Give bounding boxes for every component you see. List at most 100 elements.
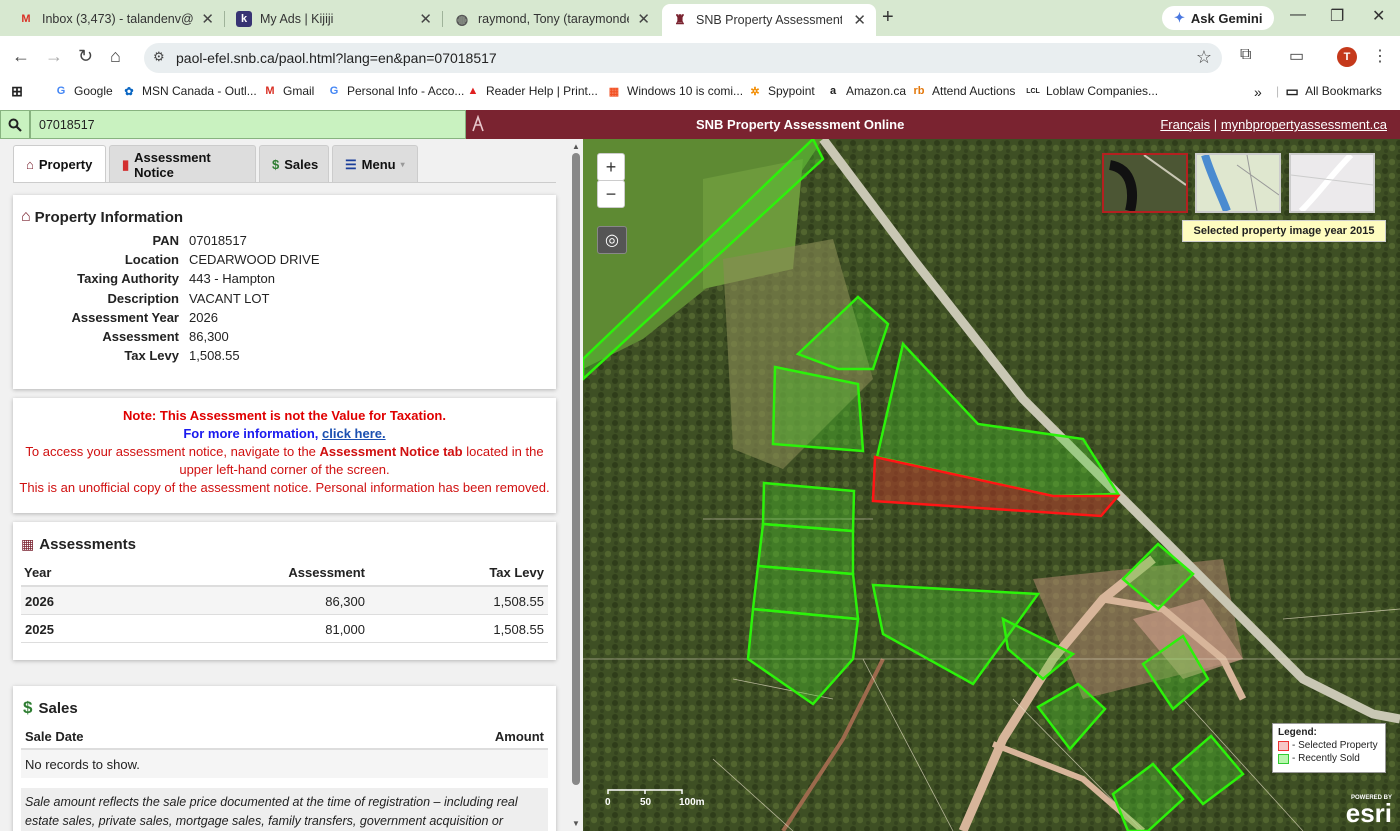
site-info-icon[interactable]: ⚙ — [153, 49, 165, 65]
scroll-down-icon[interactable]: ▼ — [572, 819, 580, 828]
bookmark-personal-info[interactable]: G Personal Info - Acco... — [327, 84, 465, 98]
back-icon[interactable]: ← — [12, 46, 30, 67]
google-icon: G — [329, 85, 339, 97]
tab-sales[interactable]: $ Sales — [259, 145, 329, 183]
close-tab-icon[interactable]: ✕ — [637, 10, 650, 28]
app-header: 07018517 SNB Property Assessment Online … — [0, 110, 1400, 139]
panel-scrollbar[interactable]: ▲ ▼ — [569, 139, 583, 831]
tab-title: My Ads | Kijiji — [260, 12, 334, 26]
caret-down-icon: ▾ — [400, 160, 405, 169]
snb-icon: ♜ — [674, 12, 686, 27]
field-value: 2026 — [189, 309, 218, 325]
property-map[interactable]: + − ◎ Selected property image year 2015 … — [583, 139, 1400, 831]
image-year-tooltip: Selected property image year 2015 — [1182, 220, 1386, 242]
tab-menu[interactable]: ☰ Menu ▾ — [332, 145, 418, 183]
ask-gemini-button[interactable]: ✦ Ask Gemini — [1162, 6, 1275, 30]
field-label: Description — [107, 290, 179, 306]
bookmark-gmail[interactable]: M Gmail — [263, 84, 314, 98]
close-window-icon[interactable]: ✕ — [1372, 6, 1385, 26]
assessments-title: Assessments — [39, 536, 136, 553]
field-label: Assessment Year — [71, 309, 179, 325]
search-button[interactable] — [0, 110, 30, 139]
close-tab-icon[interactable]: ✕ — [853, 11, 866, 29]
basemap-topo-thumbnail[interactable] — [1195, 153, 1281, 213]
browser-tab-snb[interactable]: ♜ SNB Property Assessment Onlin ✕ — [662, 4, 876, 36]
bookmark-windows[interactable]: ▦ Windows 10 is comi... — [607, 84, 743, 98]
apps-grid-icon[interactable]: ⊞ — [10, 83, 24, 99]
mynb-property-assessment-link[interactable]: mynbpropertyassessment.ca — [1221, 117, 1387, 132]
basemap-imagery-thumbnail[interactable] — [1102, 153, 1188, 213]
table-row: 2026 86,300 1,508.55 — [21, 587, 548, 615]
bookmark-google[interactable]: G Google — [54, 84, 113, 98]
extensions-icon[interactable]: ⧉ — [1240, 46, 1251, 64]
globe-icon: ◍ — [455, 10, 469, 27]
field-value: 07018517 — [189, 233, 247, 248]
legend-title: Legend: — [1278, 727, 1317, 738]
tab-separator — [224, 11, 225, 27]
bookmark-loblaw[interactable]: LCL Loblaw Companies... — [1026, 84, 1158, 98]
bookmark-msn[interactable]: ✿ MSN Canada - Outl... — [122, 84, 256, 98]
close-tab-icon[interactable]: ✕ — [419, 10, 432, 28]
address-bar[interactable]: ⚙ paol-efel.snb.ca/paol.html?lang=en&pan… — [144, 43, 1222, 73]
field-label: PAN — [152, 233, 179, 248]
column-sale-date: Sale Date — [25, 729, 84, 744]
more-bookmarks-icon[interactable]: » — [1254, 84, 1262, 100]
bookmark-spypoint[interactable]: ✲ Spypoint — [748, 84, 814, 98]
profile-avatar[interactable]: T — [1337, 47, 1357, 67]
scroll-up-icon[interactable]: ▲ — [572, 142, 580, 151]
reload-icon[interactable]: ↻ — [78, 46, 93, 67]
all-bookmarks-folder[interactable]: | ▭ All Bookmarks — [1276, 82, 1382, 99]
scrollbar-thumb[interactable] — [572, 153, 580, 785]
browser-tab-kijiji[interactable]: k My Ads | Kijiji ✕ — [226, 4, 442, 34]
esri-logo: POWERED BY esri — [1345, 795, 1392, 828]
field-label: Assessment — [102, 329, 179, 344]
address-url[interactable]: paol-efel.snb.ca/paol.html?lang=en&pan=0… — [176, 50, 497, 66]
tab-property[interactable]: ⌂ Property — [13, 145, 106, 183]
bookmark-attend-auctions[interactable]: rb Attend Auctions — [912, 84, 1016, 98]
loblaw-icon: LCL — [1026, 87, 1040, 95]
app-title: SNB Property Assessment Online — [696, 117, 905, 132]
close-tab-icon[interactable]: ✕ — [201, 10, 214, 28]
browser-tab-gmail[interactable]: M Inbox (3,473) - talandenv@gma ✕ — [8, 4, 224, 34]
bookmark-star-icon[interactable]: ☆ — [1196, 47, 1212, 68]
tab-title: raymond, Tony (taraymondenv) — [478, 12, 629, 26]
field-value: VACANT LOT — [189, 290, 270, 306]
field-value: 86,300 — [189, 329, 229, 344]
zoom-out-button[interactable]: − — [597, 180, 625, 208]
adobe-icon: ▲ — [467, 85, 479, 97]
header-links: Français | mynbpropertyassessment.ca — [1160, 117, 1387, 132]
column-year: Year — [24, 565, 52, 580]
cast-icon[interactable]: ▭ — [1289, 46, 1304, 66]
forward-icon[interactable]: → — [45, 46, 63, 67]
field-label: Taxing Authority — [77, 271, 179, 287]
tab-assessment-notice[interactable]: ▮ Assessment Notice — [109, 145, 256, 183]
maximize-icon[interactable]: ❐ — [1330, 6, 1344, 26]
home-icon: ⌂ — [21, 208, 31, 225]
browser-tab-raymond[interactable]: ◍ raymond, Tony (taraymondenv) ✕ — [444, 4, 660, 34]
click-here-link[interactable]: click here. — [322, 426, 386, 441]
minimize-icon[interactable]: — — [1290, 6, 1306, 24]
locate-icon[interactable]: ◎ — [597, 226, 627, 254]
legend-swatch — [1278, 753, 1289, 764]
french-language-link[interactable]: Français — [1160, 117, 1210, 132]
bookmark-amazon[interactable]: a Amazon.ca — [826, 84, 906, 98]
more-menu-icon[interactable]: ⋮ — [1372, 46, 1388, 66]
sales-title: Sales — [38, 699, 78, 717]
search-icon — [8, 118, 22, 132]
zoom-in-button[interactable]: + — [597, 153, 625, 181]
basemap-street-thumbnail[interactable] — [1289, 153, 1375, 213]
dollar-icon: $ — [272, 157, 280, 172]
home-icon[interactable]: ⌂ — [110, 46, 121, 67]
assessment-note-card: Note: This Assessment is not the Value f… — [13, 398, 556, 513]
bookmark-reader-help[interactable]: ▲ Reader Help | Print... — [466, 84, 598, 98]
auctions-icon: rb — [913, 85, 925, 97]
column-amount: Amount — [494, 729, 544, 744]
property-information-title: Property Information — [34, 208, 184, 226]
pan-search-input[interactable]: 07018517 — [30, 110, 466, 139]
file-pdf-icon: ▮ — [122, 156, 130, 172]
new-tab-button[interactable]: + — [882, 6, 894, 29]
field-value: 1,508.55 — [189, 348, 240, 364]
field-value: 443 - Hampton — [189, 271, 275, 287]
folder-icon: ▭ — [1285, 82, 1299, 99]
note-warning: Note: This Assessment is not the Value f… — [123, 408, 446, 423]
